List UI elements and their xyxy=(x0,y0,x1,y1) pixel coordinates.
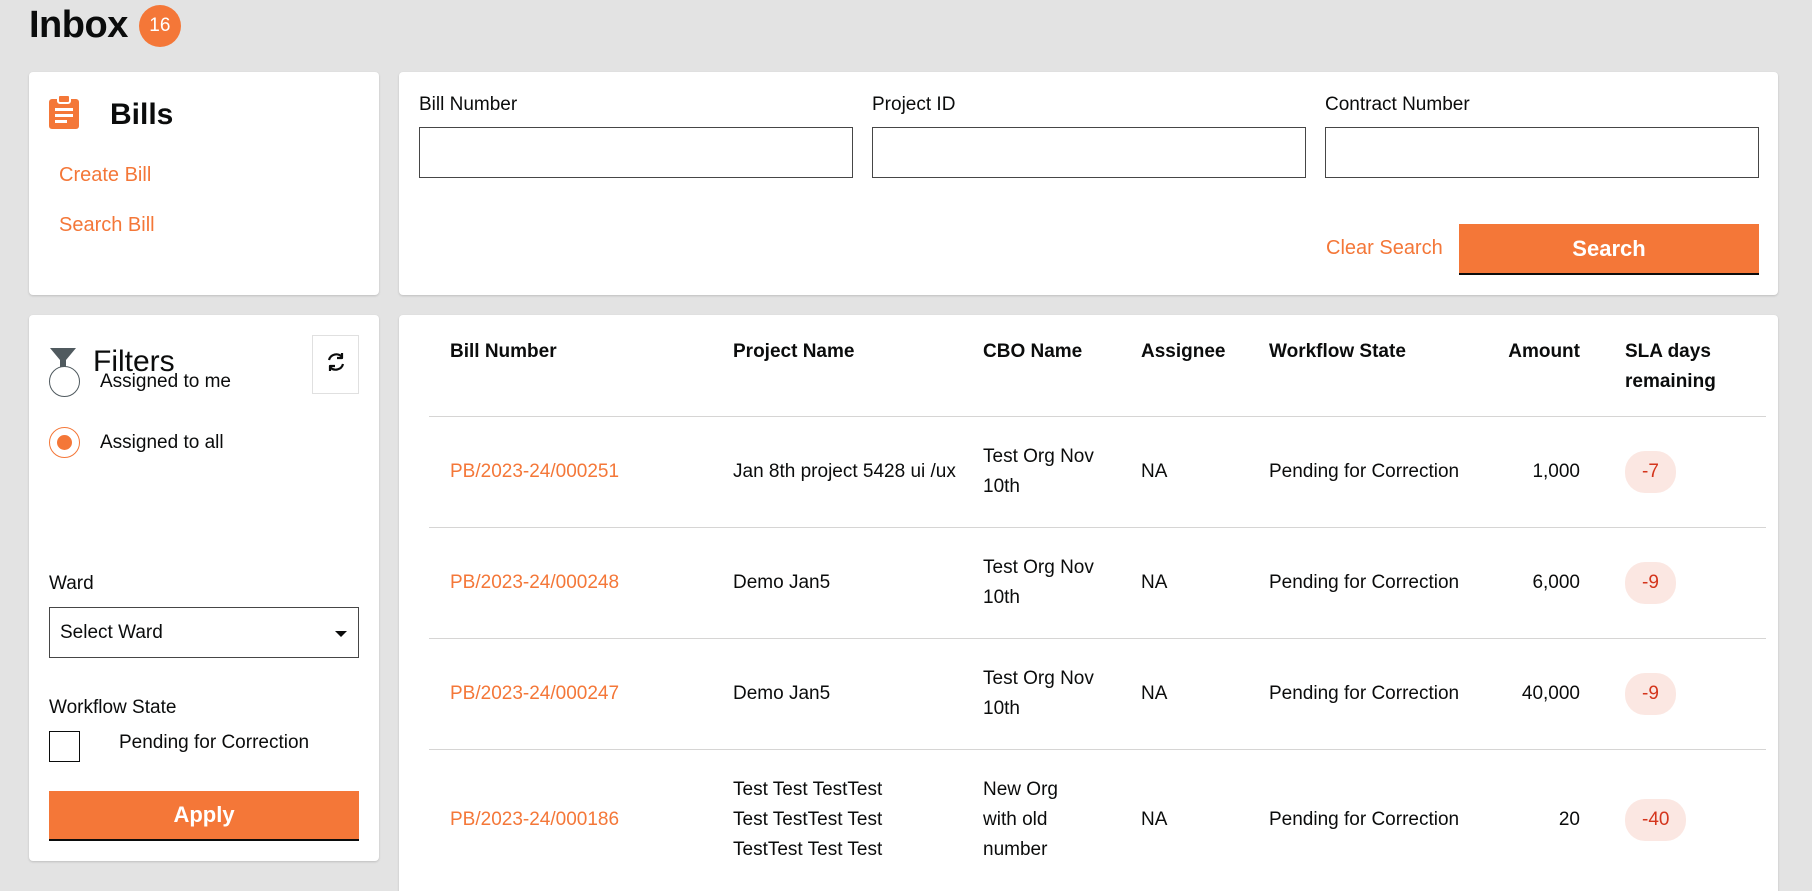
project-name-cell: Jan 8th project 5428 ui /ux xyxy=(733,461,956,482)
sla-badge: -9 xyxy=(1625,562,1676,604)
table-row: PB/2023-24/000251 Jan 8th project 5428 u… xyxy=(429,417,1766,528)
workflow-state-label: Workflow State xyxy=(49,697,177,718)
project-name-cell: Test Test TestTest Test TestTest Test Te… xyxy=(733,779,883,860)
bills-title: Bills xyxy=(110,97,174,131)
assignee-cell: NA xyxy=(1141,809,1168,830)
project-name-cell: Demo Jan5 xyxy=(733,572,831,593)
workflow-state-checkbox[interactable] xyxy=(49,731,80,762)
contract-number-field: Contract Number xyxy=(1325,94,1759,178)
radio-assigned-to-all[interactable]: Assigned to all xyxy=(49,427,224,458)
ward-select-value: Select Ward xyxy=(60,621,163,643)
inbox-count-badge: 16 xyxy=(138,4,181,47)
search-bill-link[interactable]: Search Bill xyxy=(59,214,155,237)
radio-button[interactable] xyxy=(49,366,80,397)
refresh-icon xyxy=(325,351,347,378)
project-id-label: Project ID xyxy=(872,94,956,115)
project-id-field: Project ID xyxy=(872,94,1306,178)
caret-down-icon xyxy=(334,622,348,644)
bill-number-link[interactable]: PB/2023-24/000186 xyxy=(450,809,619,830)
bill-number-label: Bill Number xyxy=(419,94,518,115)
clipboard-icon xyxy=(48,94,80,135)
project-id-input[interactable] xyxy=(872,127,1306,178)
contract-number-label: Contract Number xyxy=(1325,94,1470,115)
cbo-name-cell: New Org with old number xyxy=(983,779,1058,860)
cbo-name-cell: Test Org Nov 10th xyxy=(983,446,1094,497)
ward-select[interactable]: Select Ward xyxy=(49,607,359,658)
column-header-workflow-state: Workflow State xyxy=(1269,341,1406,362)
search-card: Bill Number Project ID Contract Number C… xyxy=(399,72,1778,295)
table-header: Bill Number Project Name CBO Name Assign… xyxy=(429,315,1766,417)
sla-badge: -9 xyxy=(1625,673,1676,715)
ward-label: Ward xyxy=(49,573,94,594)
bill-number-link[interactable]: PB/2023-24/000248 xyxy=(450,572,619,593)
amount-cell: 20 xyxy=(1558,809,1580,830)
cbo-name-cell: Test Org Nov 10th xyxy=(983,668,1094,719)
search-button[interactable]: Search xyxy=(1459,224,1759,275)
clear-search-link[interactable]: Clear Search xyxy=(1326,237,1443,260)
sla-badge: -40 xyxy=(1625,799,1687,841)
amount-cell: 6,000 xyxy=(1532,572,1580,593)
workflow-state-option-label: Pending for Correction xyxy=(119,732,310,753)
amount-cell: 1,000 xyxy=(1532,461,1580,482)
table-row: PB/2023-24/000186 Test Test TestTest Tes… xyxy=(429,750,1766,890)
page-header: Inbox 16 xyxy=(29,4,181,47)
project-name-cell: Demo Jan5 xyxy=(733,683,831,704)
workflow-state-option[interactable]: Pending for Correction xyxy=(49,731,309,762)
assignee-cell: NA xyxy=(1141,572,1168,593)
workflow-state-cell: Pending for Correction xyxy=(1269,683,1460,704)
radio-label: Assigned to all xyxy=(100,431,224,453)
table-row: PB/2023-24/000247 Demo Jan5 Test Org Nov… xyxy=(429,639,1766,750)
table-row: PB/2023-24/000248 Demo Jan5 Test Org Nov… xyxy=(429,528,1766,639)
column-header-sla: SLA days remaining xyxy=(1625,341,1716,392)
column-header-cbo-name: CBO Name xyxy=(983,341,1083,362)
radio-label: Assigned to me xyxy=(100,370,231,392)
workflow-state-cell: Pending for Correction xyxy=(1269,809,1460,830)
radio-button[interactable] xyxy=(49,427,80,458)
results-table: Bill Number Project Name CBO Name Assign… xyxy=(429,315,1766,890)
bill-number-input[interactable] xyxy=(419,127,853,178)
column-header-amount: Amount xyxy=(1508,341,1580,362)
bill-number-link[interactable]: PB/2023-24/000251 xyxy=(450,461,619,482)
bills-header: Bills xyxy=(48,94,173,135)
contract-number-input[interactable] xyxy=(1325,127,1759,178)
column-header-bill-number: Bill Number xyxy=(450,341,557,362)
assignee-cell: NA xyxy=(1141,683,1168,704)
amount-cell: 40,000 xyxy=(1521,683,1580,704)
radio-assigned-to-me[interactable]: Assigned to me xyxy=(49,366,231,397)
create-bill-link[interactable]: Create Bill xyxy=(59,164,151,187)
refresh-filters-button[interactable] xyxy=(312,335,359,394)
bill-number-link[interactable]: PB/2023-24/000247 xyxy=(450,683,619,704)
column-header-project-name: Project Name xyxy=(733,341,855,362)
sla-badge: -7 xyxy=(1625,451,1676,493)
workflow-state-cell: Pending for Correction xyxy=(1269,461,1460,482)
workflow-state-cell: Pending for Correction xyxy=(1269,572,1460,593)
bill-number-field: Bill Number xyxy=(419,94,853,178)
bills-card: Bills Create Bill Search Bill xyxy=(29,72,379,295)
column-header-assignee: Assignee xyxy=(1141,341,1226,362)
page-title: Inbox xyxy=(29,4,128,46)
assignee-cell: NA xyxy=(1141,461,1168,482)
filters-card: Filters Assigned to me Assigned to all W… xyxy=(29,315,379,861)
cbo-name-cell: Test Org Nov 10th xyxy=(983,557,1094,608)
apply-filters-button[interactable]: Apply xyxy=(49,791,359,841)
results-table-card: Bill Number Project Name CBO Name Assign… xyxy=(399,315,1778,891)
